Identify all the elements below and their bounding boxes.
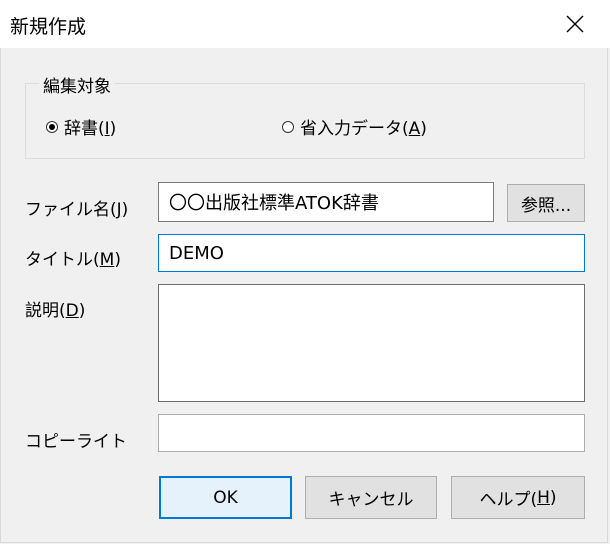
cancel-button[interactable]: キャンセル: [305, 476, 437, 519]
description-textarea[interactable]: [158, 284, 585, 402]
edit-target-legend: 編集対象: [39, 72, 115, 97]
radio-dictionary[interactable]: 辞書(I): [46, 114, 116, 139]
radio-indicator-dictionary[interactable]: [46, 120, 58, 133]
browse-button[interactable]: 参照...: [507, 184, 585, 222]
close-button[interactable]: [556, 6, 594, 42]
close-icon: [566, 15, 584, 33]
help-button[interactable]: ヘルプ(H): [451, 476, 585, 519]
radio-selected-dot: [49, 123, 55, 130]
description-label: 説明(D): [25, 301, 86, 321]
ok-button[interactable]: OK: [159, 476, 292, 519]
file-name-input[interactable]: [158, 182, 494, 222]
radio-input-data-label: 省入力データ(A): [300, 119, 427, 139]
title-label: タイトル(M): [25, 250, 121, 270]
radio-indicator-input-data[interactable]: [282, 120, 294, 133]
copyright-input[interactable]: [158, 414, 585, 452]
radio-dictionary-label: 辞書(I): [64, 119, 117, 139]
title-input[interactable]: [158, 234, 585, 272]
radio-input-data[interactable]: 省入力データ(A): [282, 114, 427, 139]
copyright-label: コピーライト: [25, 432, 127, 452]
file-name-label: ファイル名(J): [25, 200, 129, 220]
window-title: 新規作成: [10, 16, 87, 38]
title-bar: 新規作成: [0, 0, 610, 48]
